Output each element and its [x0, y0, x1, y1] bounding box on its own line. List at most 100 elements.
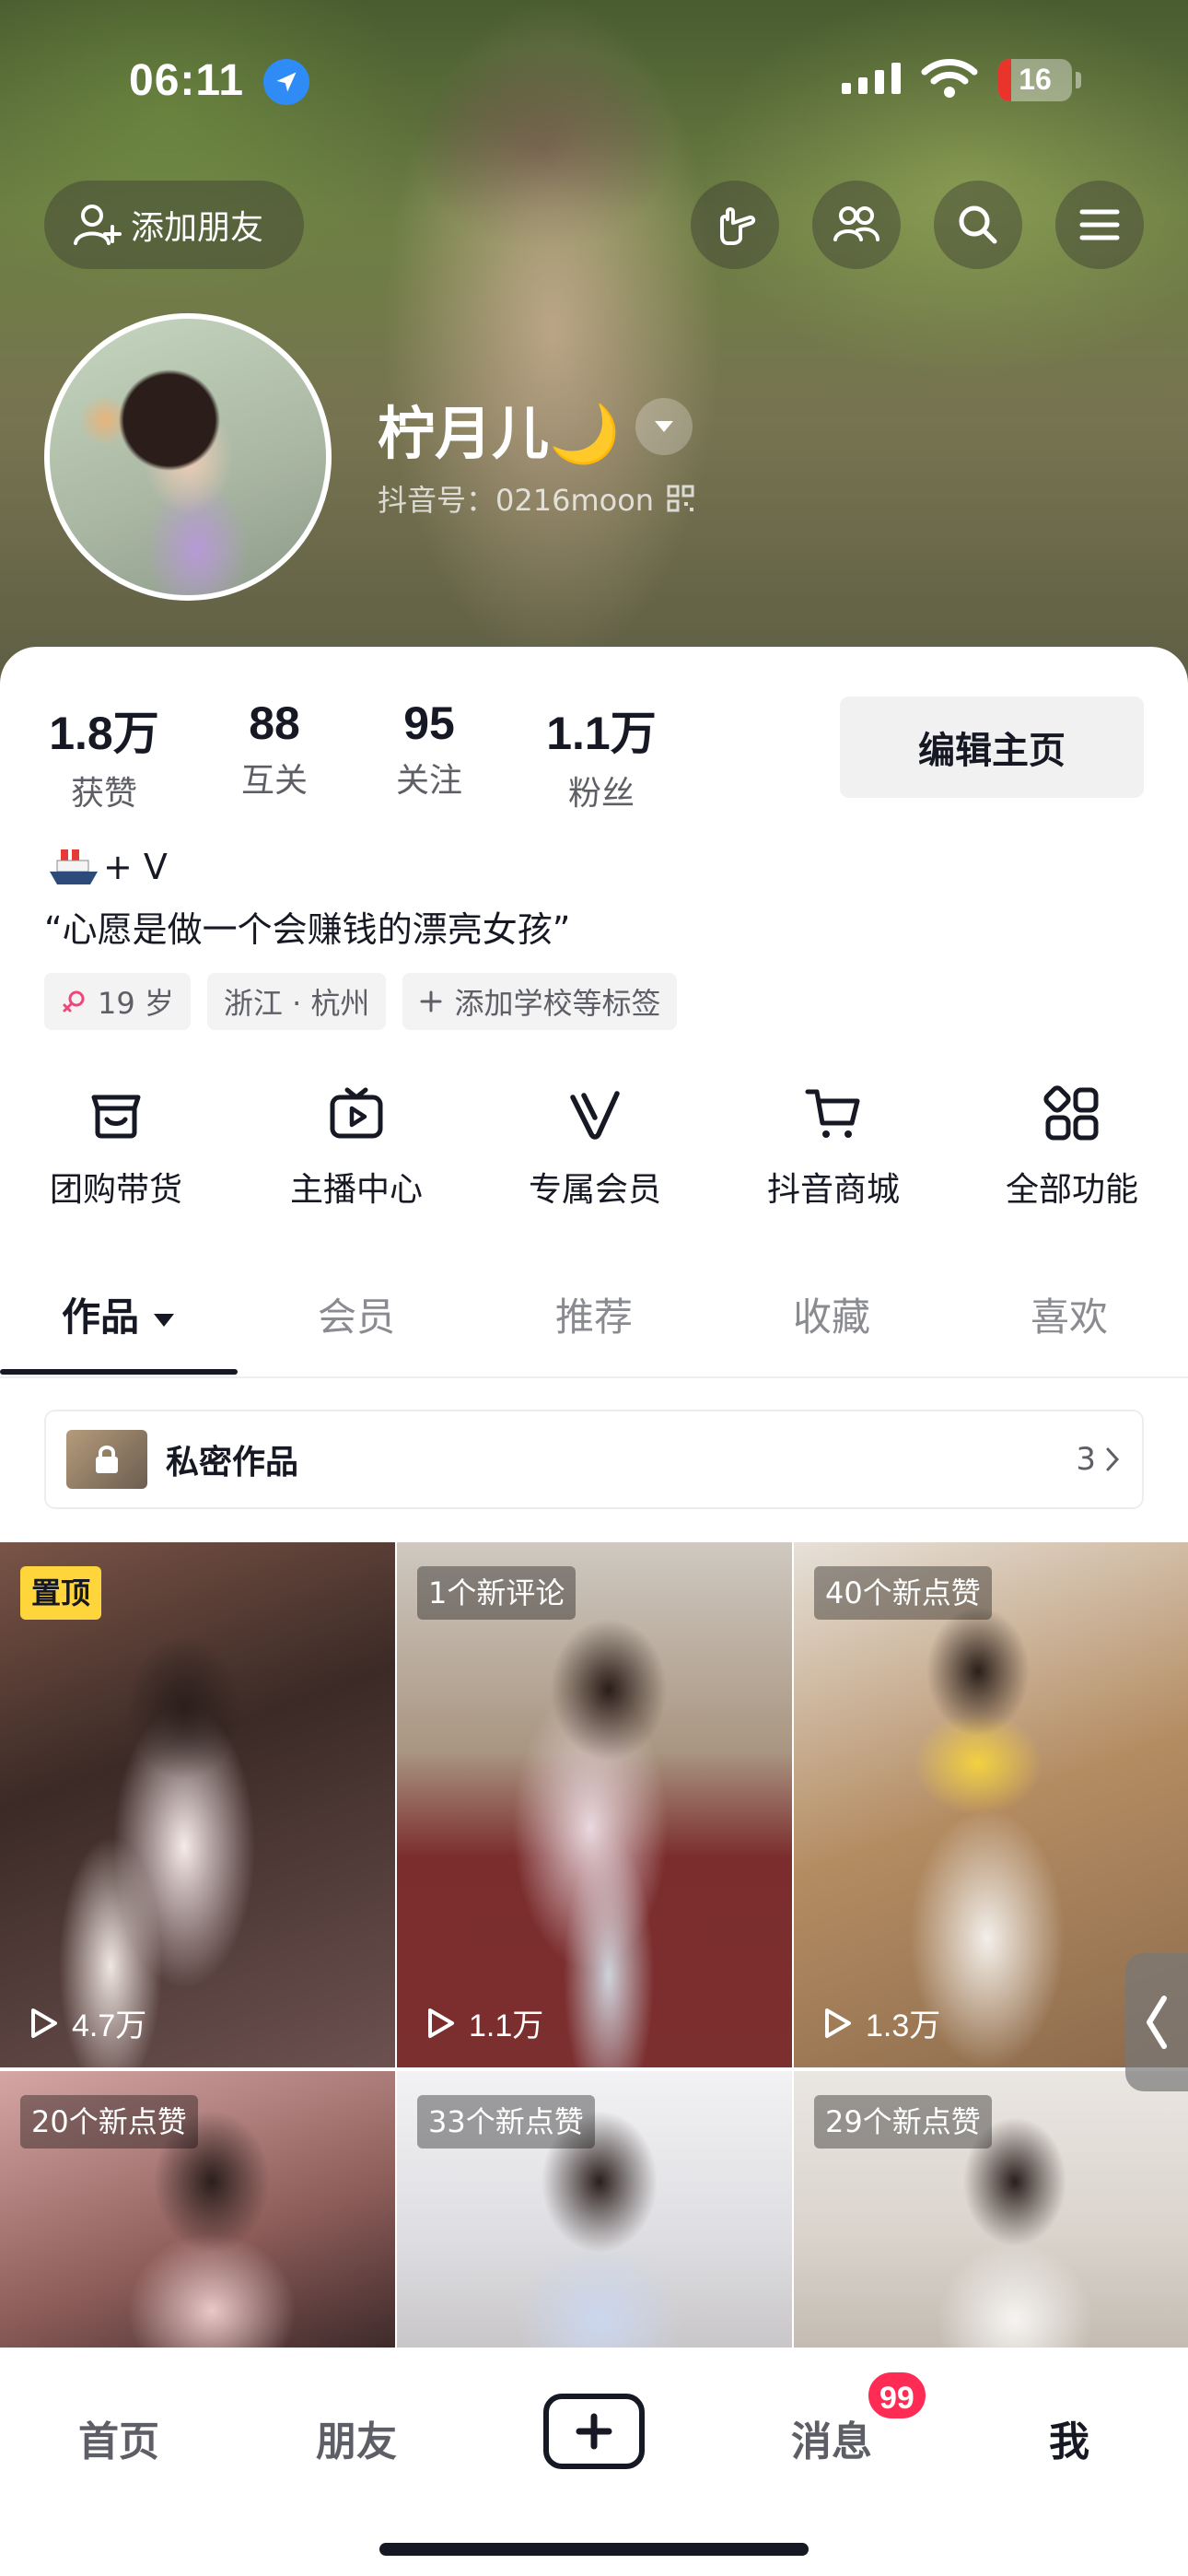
side-drawer-handle[interactable]	[1125, 1953, 1188, 2091]
bottom-navigation: 首页 朋友 消息 99 我	[0, 2348, 1188, 2576]
video-thumbnail[interactable]: 29个新点赞	[794, 2071, 1188, 2348]
play-count: 4.7万	[28, 2000, 146, 2045]
qr-code-icon	[667, 485, 694, 512]
feature-streamer-center[interactable]: 主播中心	[237, 1082, 476, 1211]
notification-badge: 29个新点赞	[814, 2095, 992, 2149]
bio-contact-line: + V	[48, 846, 168, 888]
shop-bag-icon	[91, 1095, 141, 1139]
feature-group-buy[interactable]: 团购带货	[0, 1082, 236, 1211]
play-icon	[428, 2008, 454, 2038]
tab-favorites[interactable]: 收藏	[713, 1281, 950, 1378]
feature-label: 专属会员	[528, 1171, 661, 1209]
battery-level: 16	[1019, 63, 1052, 96]
battery-indicator: 16	[998, 59, 1072, 101]
feature-label: 全部功能	[1005, 1171, 1138, 1209]
play-count: 1.3万	[821, 2000, 940, 2045]
bio-text: “心愿是做一个会赚钱的漂亮女孩”	[44, 909, 571, 950]
search-button[interactable]	[934, 181, 1022, 269]
private-works-label: 私密作品	[166, 1444, 299, 1481]
private-works-row[interactable]: 私密作品 3	[44, 1410, 1144, 1509]
search-icon	[959, 205, 997, 244]
cart-icon	[805, 1089, 860, 1138]
add-friend-label: 添加朋友	[131, 209, 264, 247]
message-count-badge: 99	[866, 2370, 928, 2421]
video-thumbnail[interactable]: 1个新评论 1.1万	[397, 1542, 792, 2067]
stat-value: 1.1万	[546, 708, 657, 759]
video-thumbnail[interactable]: 33个新点赞	[397, 2071, 792, 2348]
tag-location-text: 浙江 · 杭州	[223, 986, 370, 1021]
feature-douyin-mall[interactable]: 抖音商城	[714, 1082, 953, 1211]
account-switch-button[interactable]	[635, 398, 693, 455]
notification-badge: 33个新点赞	[417, 2095, 595, 2149]
feature-shortcuts: 团购带货 主播中心 专属会员 抖音商城 全部功能	[0, 1082, 1188, 1220]
friends-button[interactable]	[812, 181, 901, 269]
video-thumbnail[interactable]: 置顶 4.7万	[0, 1542, 395, 2067]
feature-label: 团购带货	[49, 1171, 182, 1209]
tab-works[interactable]: 作品	[0, 1281, 238, 1378]
profile-nickname: 柠月儿🌙	[378, 400, 621, 467]
play-icon	[31, 2008, 57, 2038]
feature-all-functions[interactable]: 全部功能	[952, 1082, 1188, 1211]
stat-following[interactable]: 95 关注	[374, 697, 484, 802]
hand-point-icon	[720, 207, 756, 245]
hand-point-button[interactable]	[691, 181, 779, 269]
notification-badge: 40个新点赞	[814, 1566, 992, 1620]
add-friend-button[interactable]: 添加朋友	[44, 181, 304, 269]
play-count-text: 4.7万	[72, 2008, 147, 2043]
video-thumbnail[interactable]: 20个新点赞	[0, 2071, 395, 2348]
chevron-down-icon	[655, 421, 673, 432]
stat-value: 88	[249, 697, 300, 749]
pinned-badge: 置顶	[20, 1566, 102, 1620]
stat-likes[interactable]: 1.8万 获赞	[44, 697, 164, 814]
menu-icon	[1079, 209, 1120, 240]
tag-add-school-text: 添加学校等标签	[454, 986, 661, 1021]
nav-friends[interactable]: 朋友	[238, 2408, 475, 2467]
tag-age[interactable]: 19 岁	[44, 973, 191, 1030]
edit-profile-button[interactable]: 编辑主页	[840, 697, 1144, 798]
stat-value: 1.8万	[49, 708, 159, 759]
create-post-button[interactable]	[543, 2394, 645, 2469]
private-works-count: 3	[1076, 1441, 1096, 1478]
avatar[interactable]	[44, 313, 332, 601]
live-tv-icon	[330, 1087, 383, 1139]
notification-badge: 20个新点赞	[20, 2095, 198, 2149]
location-arrow-icon	[263, 59, 309, 105]
ship-icon	[50, 849, 98, 884]
douyin-id[interactable]: 抖音号：0216moon	[378, 477, 694, 520]
tag-add-school[interactable]: 添加学校等标签	[402, 973, 678, 1030]
stat-label: 互关	[240, 762, 308, 800]
tab-recommend[interactable]: 推荐	[475, 1281, 713, 1378]
play-count-text: 1.1万	[469, 2008, 544, 2043]
private-works-thumbnail	[66, 1430, 147, 1489]
tab-member[interactable]: 会员	[238, 1281, 475, 1378]
active-tab-indicator	[0, 1369, 238, 1375]
content-tabs: 作品 会员 推荐 收藏 喜欢	[0, 1281, 1188, 1378]
add-user-icon	[74, 205, 122, 245]
chevron-right-icon	[1106, 1447, 1120, 1471]
cellular-signal-icon	[842, 61, 906, 94]
tag-location[interactable]: 浙江 · 杭州	[206, 973, 387, 1030]
plus-icon	[420, 990, 442, 1013]
status-time: 06:11	[129, 56, 245, 105]
feature-label: 主播中心	[289, 1171, 423, 1209]
play-icon	[825, 2008, 851, 2038]
tab-likes[interactable]: 喜欢	[950, 1281, 1188, 1378]
menu-button[interactable]	[1055, 181, 1144, 269]
stat-label: 关注	[395, 762, 462, 800]
play-count-text: 1.3万	[866, 2008, 941, 2043]
douyin-id-text: 抖音号：0216moon	[378, 483, 655, 518]
stat-mutual[interactable]: 88 互关	[219, 697, 330, 802]
home-indicator	[379, 2543, 809, 2556]
nav-home[interactable]: 首页	[0, 2408, 238, 2467]
friends-icon	[833, 206, 879, 241]
status-bar: 06:11 16	[0, 0, 1188, 138]
nav-me[interactable]: 我	[950, 2408, 1188, 2467]
chevron-left-icon	[1147, 1996, 1167, 2049]
lock-icon	[96, 1446, 118, 1473]
feature-exclusive-member[interactable]: 专属会员	[475, 1082, 715, 1211]
female-icon	[63, 990, 85, 1013]
stat-followers[interactable]: 1.1万 粉丝	[542, 697, 661, 814]
tag-age-text: 19 岁	[98, 986, 174, 1021]
profile-tags: 19 岁 浙江 · 杭州 添加学校等标签	[44, 973, 678, 1030]
apps-grid-icon	[1043, 1085, 1099, 1141]
